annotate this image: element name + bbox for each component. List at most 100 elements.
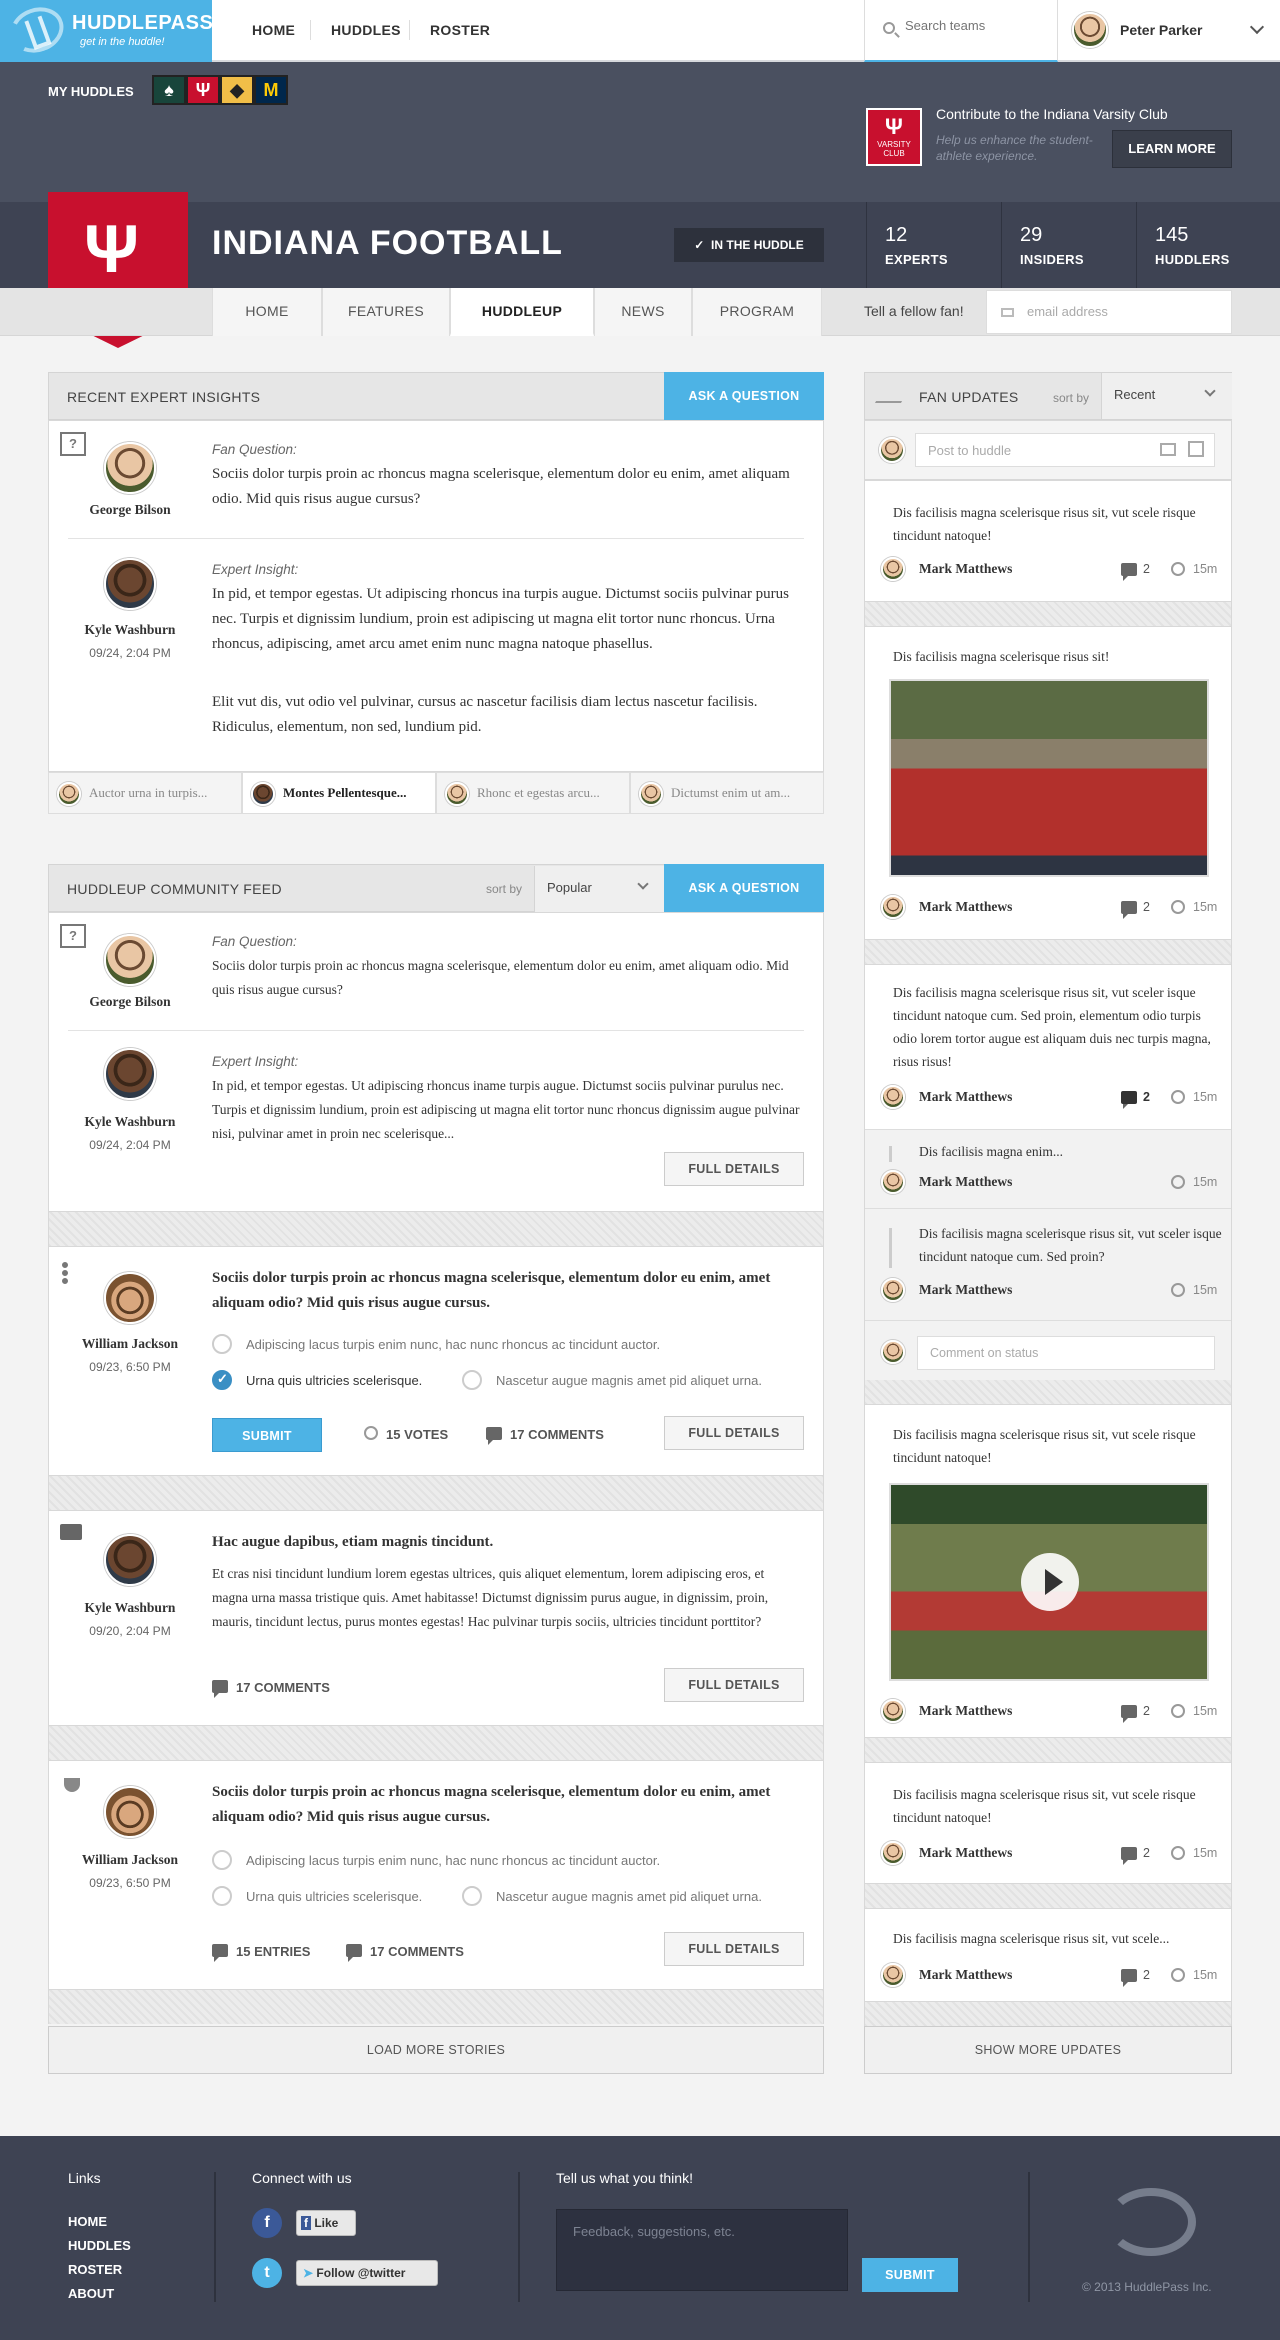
author-name: Mark Matthews <box>919 1703 1013 1718</box>
contest-option-label: Adipiscing lacus turpis enim nunc, hac n… <box>246 1853 661 1868</box>
avatar <box>881 1699 905 1723</box>
tab-features[interactable]: FEATURES <box>322 288 450 336</box>
twitter-icon[interactable]: t <box>252 2258 282 2288</box>
full-details-button[interactable]: FULL DETAILS <box>664 1152 804 1186</box>
sort-dropdown[interactable]: Recent <box>1101 373 1232 419</box>
comment-count[interactable]: 2 <box>1143 1846 1150 1860</box>
video-icon[interactable] <box>1188 441 1204 457</box>
my-huddle-team-icon[interactable]: Ψ <box>186 75 220 105</box>
fan-updates-header: FAN UPDATES sort by Recent <box>864 372 1232 420</box>
ask-question-button[interactable]: ASK A QUESTION <box>664 372 824 420</box>
facebook-like-button[interactable]: f Like <box>296 2210 356 2236</box>
discussion-title: Hac augue dapibus, etiam magnis tincidun… <box>212 1534 494 1550</box>
contest-option-radio[interactable] <box>462 1886 482 1906</box>
learn-more-button[interactable]: LEARN MORE <box>1112 130 1232 168</box>
stat-huddlers[interactable]: 145 HUDDLERS <box>1136 202 1280 288</box>
author-info: Kyle Washburn 09/20, 2:04 PM <box>60 1600 200 1638</box>
fan-question-label: Fan Question: <box>212 934 297 949</box>
nav-roster[interactable]: ROSTER <box>430 22 490 38</box>
comment-placeholder: Comment on status <box>930 1346 1039 1360</box>
facebook-icon[interactable]: f <box>252 2208 282 2238</box>
comment-count[interactable]: 2 <box>1143 1090 1150 1104</box>
stat-label: HUDDLERS <box>1155 252 1230 267</box>
insight-thumb-active[interactable]: Montes Pellentesque... <box>242 772 436 814</box>
update-separator <box>864 1738 1232 1762</box>
update-separator <box>864 602 1232 626</box>
avatar <box>104 1534 156 1586</box>
ask-question-button[interactable]: ASK A QUESTION <box>664 864 824 912</box>
my-huddle-team-icon[interactable]: M <box>254 75 288 105</box>
comment-count[interactable]: 17 COMMENTS <box>236 1680 330 1695</box>
varsity-club-badge: VARSITY CLUB <box>866 108 922 166</box>
poll-option-radio-selected[interactable] <box>212 1370 232 1390</box>
insight-thumb[interactable]: Dictumst enim ut am... <box>630 772 824 814</box>
poll-option-radio[interactable] <box>462 1370 482 1390</box>
avatar <box>881 1963 905 1987</box>
feed-title: HUDDLEUP COMMUNITY FEED <box>67 881 282 897</box>
footer-link-huddles[interactable]: HUDDLES <box>68 2238 131 2253</box>
timestamp: 15m <box>1193 1968 1218 1982</box>
avatar <box>445 782 469 806</box>
full-details-button[interactable]: FULL DETAILS <box>664 1668 804 1702</box>
my-huddle-team-icon[interactable]: ◆ <box>220 75 254 105</box>
footer-link-about[interactable]: ABOUT <box>68 2286 114 2301</box>
comment-count[interactable]: 2 <box>1143 900 1150 914</box>
comment-input[interactable]: Comment on status <box>917 1336 1215 1370</box>
contest-option-radio[interactable] <box>212 1886 232 1906</box>
fan-question-label: Fan Question: <box>212 442 297 457</box>
full-details-button[interactable]: FULL DETAILS <box>664 1932 804 1966</box>
post-input[interactable]: Post to huddle <box>915 433 1215 467</box>
insight-thumb[interactable]: Auctor urna in turpis... <box>48 772 242 814</box>
author-name: Mark Matthews <box>919 899 1013 914</box>
in-the-huddle-button[interactable]: ✓ IN THE HUDDLE <box>674 228 824 262</box>
tab-home[interactable]: HOME <box>212 288 322 336</box>
stat-insiders[interactable]: 29 INSIDERS <box>1001 202 1136 288</box>
nav-huddles[interactable]: HUDDLES <box>331 22 401 38</box>
poll-question: Sociis dolor turpis proin ac rhoncus mag… <box>212 1270 771 1311</box>
stat-experts[interactable]: 12 EXPERTS <box>866 202 1001 288</box>
nav-home[interactable]: HOME <box>252 22 295 38</box>
sort-dropdown[interactable]: Popular <box>534 866 664 912</box>
user-menu[interactable]: Peter Parker <box>1058 0 1280 62</box>
comment-icon <box>486 1427 502 1445</box>
twitter-follow-button[interactable]: ➤ Follow @twitter <box>296 2260 438 2286</box>
sort-value: Recent <box>1114 387 1156 402</box>
show-more-updates-button[interactable]: SHOW MORE UPDATES <box>864 2026 1232 2074</box>
timestamp: 15m <box>1193 1175 1218 1189</box>
invite-email-field[interactable]: email address <box>986 290 1232 334</box>
comment-count[interactable]: 2 <box>1143 1968 1150 1982</box>
fan-video[interactable] <box>889 1483 1209 1681</box>
play-triangle <box>1045 1569 1063 1595</box>
author-name: Kyle Washburn <box>84 622 176 637</box>
comment-count[interactable]: 2 <box>1143 562 1150 576</box>
tab-news[interactable]: NEWS <box>594 288 692 336</box>
footer-link-roster[interactable]: ROSTER <box>68 2262 122 2277</box>
contest-option-radio[interactable] <box>212 1850 232 1870</box>
comment-count[interactable]: 2 <box>1143 1704 1150 1718</box>
my-huddle-team-icon[interactable]: ♠ <box>152 75 186 105</box>
search-input[interactable] <box>905 18 1045 33</box>
twitter-follow-label: Follow @twitter <box>316 2266 406 2280</box>
poll-option-radio[interactable] <box>212 1334 232 1354</box>
poll-option-label: Nascetur augue magnis amet pid aliquet u… <box>496 1373 762 1388</box>
fan-photo[interactable] <box>889 679 1209 877</box>
comment-count[interactable]: 17 COMMENTS <box>510 1427 604 1442</box>
footer-link-home[interactable]: HOME <box>68 2214 107 2229</box>
feedback-submit-button[interactable]: SUBMIT <box>862 2258 958 2292</box>
comment-icon <box>346 1944 362 1962</box>
contest-option-label: Nascetur augue magnis amet pid aliquet u… <box>496 1889 762 1904</box>
feed-separator <box>48 1212 824 1246</box>
full-details-button[interactable]: FULL DETAILS <box>664 1416 804 1450</box>
load-more-stories-button[interactable]: LOAD MORE STORIES <box>48 2026 824 2074</box>
tab-huddleup[interactable]: HUDDLEUP <box>450 288 594 336</box>
poll-option-label: Urna quis ultricies scelerisque. <box>246 1373 423 1388</box>
photo-icon[interactable] <box>1160 443 1176 456</box>
comment-count[interactable]: 17 COMMENTS <box>370 1944 464 1959</box>
feedback-textarea[interactable]: Feedback, suggestions, etc. <box>556 2209 848 2291</box>
footer-divider <box>518 2172 520 2302</box>
submit-vote-button[interactable]: SUBMIT <box>212 1418 322 1452</box>
insight-thumb[interactable]: Rhonc et egestas arcu... <box>436 772 630 814</box>
logo[interactable]: HUDDLEPASS get in the huddle! <box>0 0 213 62</box>
tab-program[interactable]: PROGRAM <box>692 288 822 336</box>
post-date: 09/24, 2:04 PM <box>89 1138 171 1152</box>
